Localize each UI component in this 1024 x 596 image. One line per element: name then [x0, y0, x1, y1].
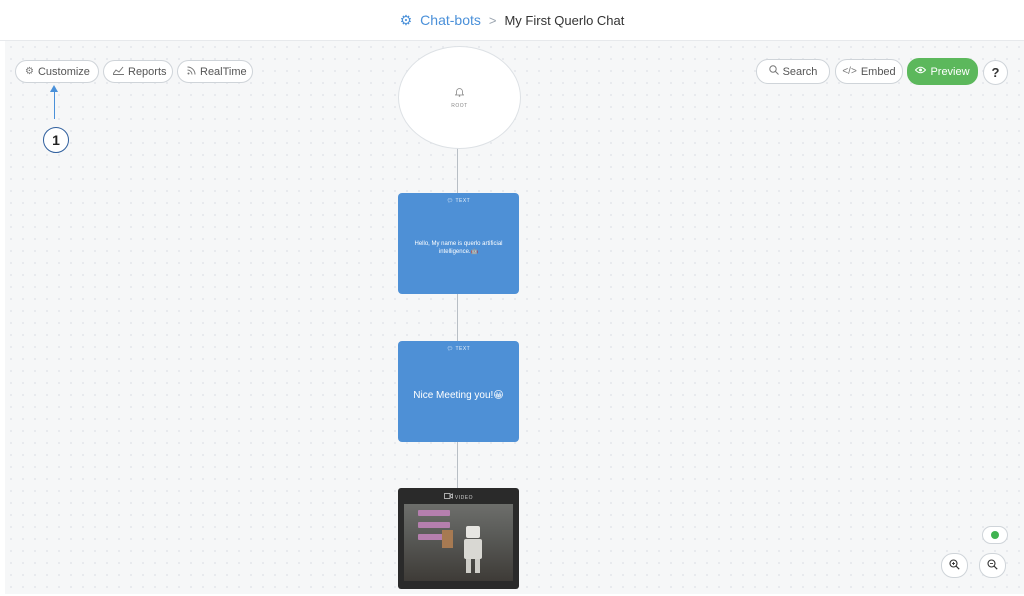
eye-icon: [915, 66, 927, 77]
video-thumbnail-robot-leg: [466, 559, 471, 573]
connector-text2-video: [457, 442, 458, 488]
annotation-callout: 1: [43, 127, 69, 153]
customize-label: Customize: [37, 65, 90, 78]
chat-bubble-icon: 💬︎: [446, 198, 454, 204]
annotation-arrow-line: [54, 89, 55, 119]
node-message-text: Hello, My name is querlo artificial inte…: [414, 240, 503, 255]
root-node[interactable]: ROOT: [398, 46, 521, 149]
node-type-header: 💬︎ TEXT: [398, 198, 519, 204]
annotation-arrowhead: [50, 85, 58, 92]
search-icon: [768, 65, 779, 78]
preview-label: Preview: [930, 65, 970, 78]
node-type-label: TEXT: [455, 346, 471, 352]
video-node[interactable]: VIDEO: [398, 488, 519, 589]
embed-button[interactable]: </> Embed: [835, 59, 903, 84]
video-camera-icon: [444, 493, 455, 501]
status-indicator[interactable]: [982, 526, 1008, 544]
rss-icon: [187, 66, 196, 78]
robot-icon: ⚙: [399, 11, 413, 28]
preview-button[interactable]: Preview: [907, 58, 978, 85]
node-type-label: TEXT: [455, 198, 471, 204]
text-node-greeting[interactable]: 💬︎ TEXT Hello, My name is querlo artific…: [398, 193, 519, 294]
customize-button[interactable]: ⚙ Customize: [15, 60, 99, 83]
connector-text1-text2: [457, 294, 458, 341]
zoom-in-icon: [949, 558, 960, 573]
video-thumbnail[interactable]: [404, 504, 513, 581]
status-dot: [991, 531, 999, 539]
zoom-out-icon: [987, 558, 998, 573]
breadcrumb-current-bot: My First Querlo Chat: [504, 12, 625, 28]
search-button[interactable]: Search: [756, 59, 830, 84]
reports-button[interactable]: Reports: [103, 60, 173, 83]
flow-canvas[interactable]: ⚙ Customize Reports RealTime Search </> …: [5, 41, 1024, 594]
video-thumbnail-robot-body: [464, 539, 482, 559]
reports-label: Reports: [128, 65, 167, 78]
realtime-label: RealTime: [200, 65, 247, 78]
code-icon: </>: [842, 66, 857, 77]
top-header: ⚙ Chat-bots > My First Querlo Chat: [0, 0, 1024, 41]
help-button[interactable]: ?: [983, 60, 1008, 85]
gear-icon: ⚙: [25, 66, 34, 77]
connector-root-text1: [457, 147, 458, 193]
breadcrumb-separator: >: [488, 12, 497, 28]
text-node-nice-meeting[interactable]: 💬︎ TEXT Nice Meeting you!😀: [398, 341, 519, 442]
embed-label: Embed: [860, 65, 896, 78]
video-thumbnail-robot-head: [466, 526, 480, 538]
video-thumbnail-robot-leg: [475, 559, 480, 573]
video-thumbnail-box: [442, 530, 453, 548]
zoom-out-button[interactable]: [979, 553, 1006, 578]
zoom-in-button[interactable]: [941, 553, 968, 578]
bell-icon: [454, 87, 465, 100]
node-type-label: VIDEO: [454, 495, 473, 501]
node-message-text: Nice Meeting you!😀: [413, 390, 504, 401]
chart-icon: [112, 66, 124, 78]
node-type-header: VIDEO: [398, 493, 519, 501]
breadcrumb-chatbots-link[interactable]: Chat-bots: [420, 12, 481, 28]
realtime-button[interactable]: RealTime: [177, 60, 253, 83]
search-label: Search: [782, 65, 818, 78]
node-type-header: 💬︎ TEXT: [398, 346, 519, 352]
root-node-type: ROOT: [451, 102, 468, 109]
chat-bubble-icon: 💬︎: [446, 346, 454, 352]
